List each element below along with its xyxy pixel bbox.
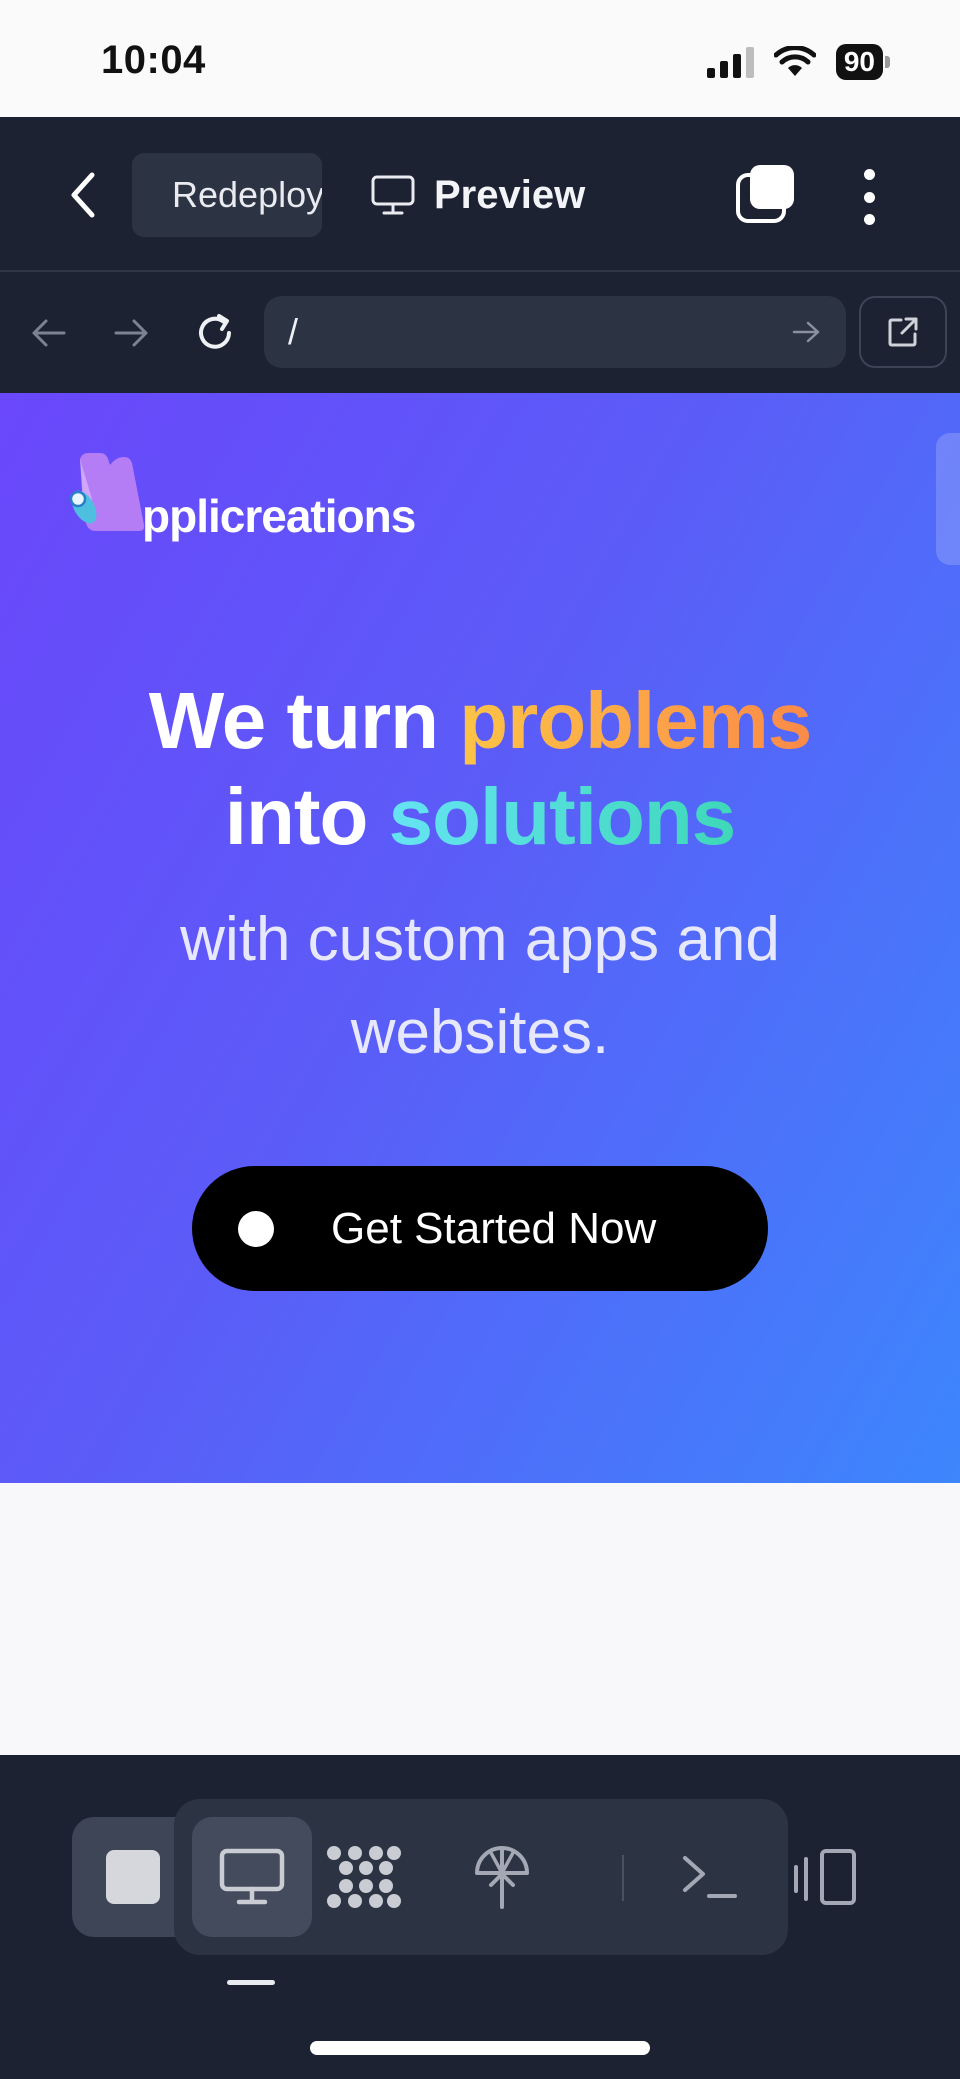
battery-level: 90 (835, 44, 883, 80)
url-bar: / (0, 272, 960, 393)
url-path: / (288, 311, 299, 352)
status-bar: 10:04 90 (0, 0, 960, 117)
toolbar-divider (622, 1855, 624, 1901)
tab-preview[interactable]: Preview (370, 153, 585, 237)
preview-blank-area (0, 1483, 960, 1755)
website-preview-hero: pplicreations We turn problems into solu… (0, 393, 960, 1483)
headline-highlight-problems: problems (459, 676, 812, 765)
devices-icon[interactable] (792, 1847, 862, 1907)
logo-text: pplicreations (142, 490, 416, 542)
stop-icon (106, 1850, 160, 1904)
bottom-toolbar (0, 1755, 960, 2079)
tab-redeploy-label: Redeploy (172, 174, 322, 215)
tab-preview-label: Preview (434, 172, 586, 217)
hero-subheadline: with custom apps and websites. (0, 893, 960, 1079)
home-indicator[interactable] (310, 2041, 650, 2055)
tool-deployments[interactable] (442, 1817, 562, 1937)
back-chevron-icon[interactable] (62, 169, 106, 221)
get-started-button[interactable]: Get Started Now (192, 1166, 768, 1291)
back-arrow-icon[interactable] (26, 310, 72, 356)
tool-preview[interactable] (192, 1817, 312, 1937)
tab-redeploy[interactable]: Redeploy (132, 153, 322, 237)
site-logo[interactable]: pplicreations (66, 451, 416, 543)
monitor-icon (219, 1848, 285, 1905)
external-link-icon (888, 317, 918, 347)
go-arrow-icon[interactable] (790, 318, 822, 346)
active-tab-indicator (227, 1980, 275, 1985)
status-time: 10:04 (101, 38, 206, 82)
monitor-icon (371, 175, 415, 215)
app-header: Redeploy Preview (0, 117, 960, 272)
more-options-icon[interactable] (856, 169, 882, 225)
hero-headline: We turn problems into solutions (0, 673, 960, 865)
headline-text-1: We turn (148, 676, 439, 765)
tool-group (174, 1799, 788, 1955)
terminal-icon (683, 1856, 737, 1898)
deploy-icon (475, 1846, 529, 1909)
headline-highlight-solutions: solutions (388, 772, 737, 861)
reload-icon[interactable] (193, 310, 239, 356)
status-icons: 90 (706, 44, 890, 80)
preview-scrollbar[interactable] (936, 433, 960, 565)
tool-console[interactable] (650, 1817, 770, 1937)
logo-mark-icon (69, 453, 145, 531)
get-started-label: Get Started Now (331, 1203, 657, 1253)
cellular-signal-icon (706, 46, 754, 78)
headline-text-2: into (224, 772, 369, 861)
workflow-icon (327, 1846, 401, 1908)
open-external-button[interactable] (859, 296, 947, 368)
subheadline-text: with custom apps and websites. (180, 905, 780, 1067)
url-input[interactable]: / (264, 296, 846, 368)
forward-arrow-icon[interactable] (108, 310, 154, 356)
battery-icon: 90 (835, 44, 890, 80)
wifi-icon (773, 46, 816, 76)
tabs-switcher-icon[interactable] (734, 163, 796, 225)
tool-workflows[interactable] (304, 1817, 424, 1937)
button-dot-icon (238, 1210, 274, 1247)
